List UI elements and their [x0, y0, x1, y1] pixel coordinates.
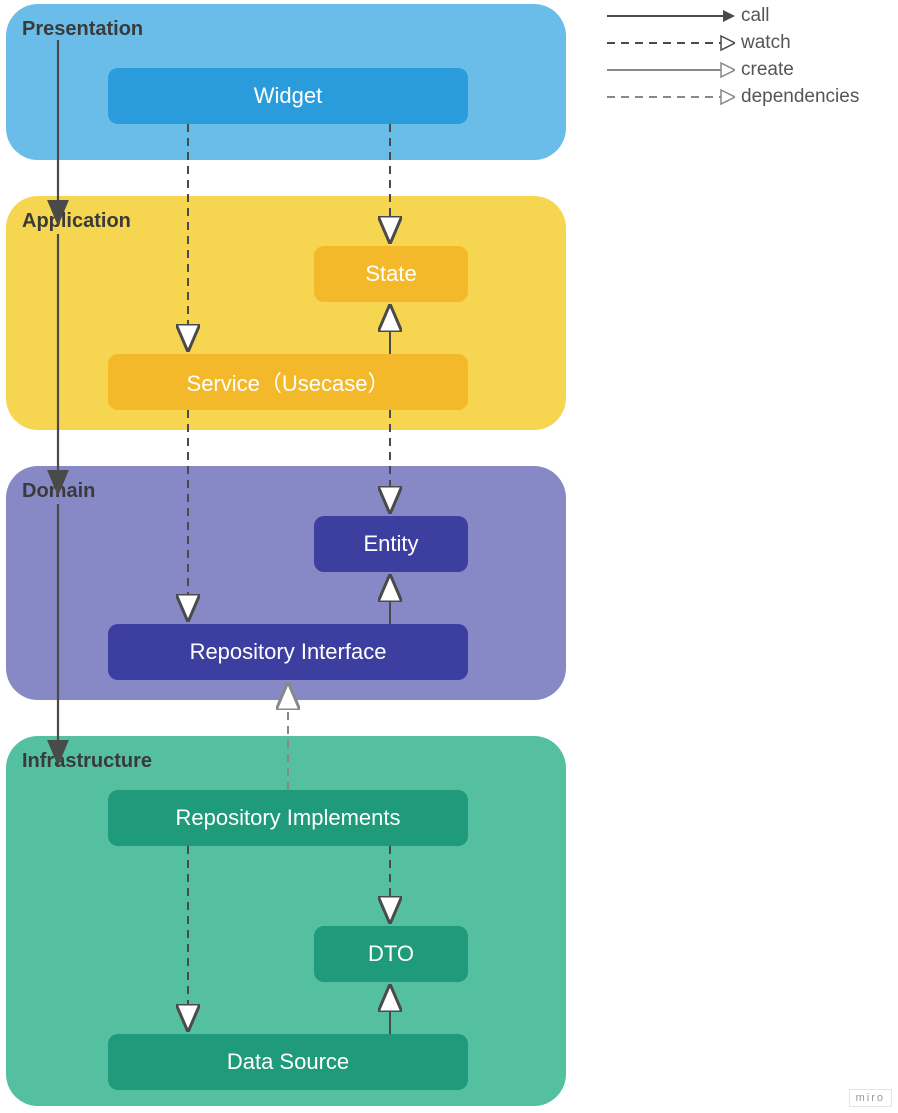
- node-data-source: Data Source: [108, 1034, 468, 1090]
- legend-label: dependencies: [735, 86, 859, 108]
- layer-title-infrastructure: Infrastructure: [22, 750, 152, 773]
- legend-row-dependencies: dependencies: [605, 83, 895, 110]
- node-service: Service（Usecase）: [108, 354, 468, 410]
- legend-row-create: create: [605, 56, 895, 83]
- node-label: Widget: [254, 83, 322, 109]
- legend-arrow-dependencies: [605, 87, 735, 107]
- watermark: miro: [849, 1089, 892, 1107]
- legend-row-watch: watch: [605, 29, 895, 56]
- node-entity: Entity: [314, 516, 468, 572]
- legend: call watch create dependencies: [605, 2, 895, 110]
- node-label: Repository Interface: [190, 639, 387, 665]
- node-dto: DTO: [314, 926, 468, 982]
- layer-title-application: Application: [22, 210, 131, 233]
- node-label: Data Source: [227, 1049, 349, 1075]
- node-repository-implements: Repository Implements: [108, 790, 468, 846]
- layer-title-domain: Domain: [22, 480, 95, 503]
- node-repository-interface: Repository Interface: [108, 624, 468, 680]
- node-label: State: [365, 261, 416, 287]
- legend-arrow-call: [605, 6, 735, 26]
- node-label: Entity: [363, 531, 418, 557]
- legend-label: watch: [735, 32, 791, 54]
- node-widget: Widget: [108, 68, 468, 124]
- legend-label: create: [735, 59, 794, 81]
- node-state: State: [314, 246, 468, 302]
- node-label: DTO: [368, 941, 414, 967]
- legend-label: call: [735, 5, 770, 27]
- legend-arrow-watch: [605, 33, 735, 53]
- node-label: Repository Implements: [176, 805, 401, 831]
- legend-row-call: call: [605, 2, 895, 29]
- legend-arrow-create: [605, 60, 735, 80]
- layer-title-presentation: Presentation: [22, 18, 143, 41]
- node-label: Service（Usecase）: [187, 366, 390, 398]
